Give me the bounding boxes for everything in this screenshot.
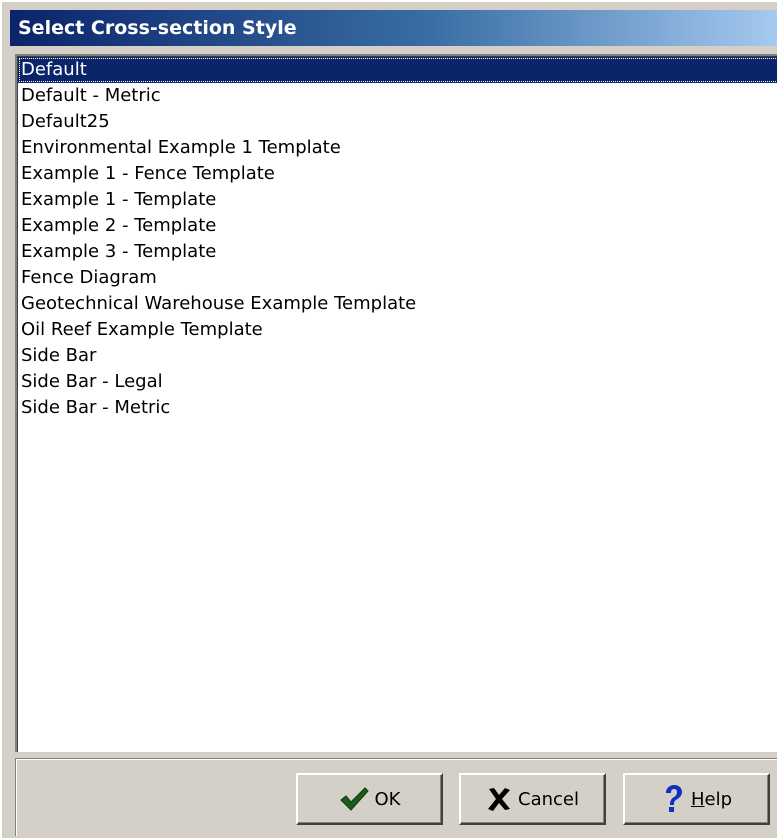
list-item-0[interactable]: Default (18, 57, 777, 83)
help-button[interactable]: Help (623, 773, 770, 825)
help-label: Help (690, 788, 733, 810)
list-item-4[interactable]: Example 1 - Fence Template (18, 161, 777, 187)
cancel-button[interactable]: Cancel (459, 773, 606, 825)
dialog-window: Select Cross-section Style Default Defau… (0, 0, 777, 838)
list-item-7[interactable]: Example 3 - Template (18, 239, 777, 265)
list-item-3[interactable]: Environmental Example 1 Template (18, 135, 777, 161)
list-item-8[interactable]: Fence Diagram (18, 265, 777, 291)
style-list: Default Default - Metric Default25 Envir… (17, 56, 777, 752)
style-listbox[interactable]: Default Default - Metric Default25 Envir… (15, 54, 777, 752)
cancel-label: Cancel (518, 788, 579, 810)
x-icon (486, 786, 512, 812)
dialog-title: Select Cross-section Style (10, 10, 777, 46)
list-item-9[interactable]: Geotechnical Warehouse Example Template (18, 291, 777, 317)
list-item-2[interactable]: Default25 (18, 109, 777, 135)
list-item-1[interactable]: Default - Metric (18, 83, 777, 109)
button-bar: OK Cancel Help (15, 758, 777, 836)
ok-label: OK (374, 788, 401, 810)
list-item-10[interactable]: Oil Reef Example Template (18, 317, 777, 343)
list-item-6[interactable]: Example 2 - Template (18, 213, 777, 239)
ok-button[interactable]: OK (296, 773, 443, 825)
list-item-11[interactable]: Side Bar (18, 343, 777, 369)
checkmark-icon (339, 786, 369, 812)
list-item-13[interactable]: Side Bar - Metric (18, 395, 777, 421)
list-item-12[interactable]: Side Bar - Legal (18, 369, 777, 395)
question-mark-icon (661, 784, 685, 814)
list-item-5[interactable]: Example 1 - Template (18, 187, 777, 213)
